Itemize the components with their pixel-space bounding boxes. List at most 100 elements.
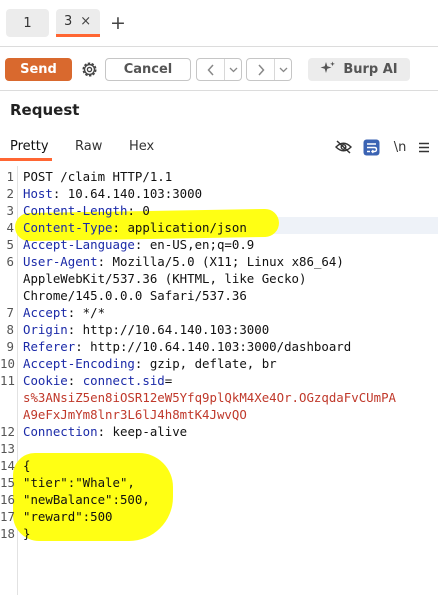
line-number: 16 (0, 492, 15, 507)
tab-hex[interactable]: Hex (129, 139, 154, 154)
request-editor[interactable]: 1 POST /claim HTTP/1.1 2 Host: 10.64.140.10… (0, 166, 438, 595)
tab-pretty[interactable]: Pretty (10, 139, 49, 154)
code-line: 3 Content-Length: 0 (0, 202, 438, 219)
tab-3[interactable]: 3 × (56, 9, 100, 37)
line-number: 13 (0, 441, 15, 456)
line-number: 9 (6, 339, 14, 354)
line-number: 2 (6, 186, 14, 201)
forward-nav-group (246, 58, 292, 81)
panel-title: Request (10, 101, 80, 119)
header-name: Connection (23, 424, 98, 439)
code-text: : gzip, deflate, br (134, 356, 277, 371)
line-text: AppleWebKit/537.36 (KHTML, like Gecko) (23, 270, 306, 287)
header-name: Accept (23, 305, 68, 320)
code-text: Chrome/145.0.0.0 Safari/537.36 (23, 288, 247, 303)
line-number: 12 (0, 424, 15, 439)
line-text: Accept-Language: en-US,en;q=0.9 (23, 236, 254, 253)
code-line: 17 "reward":500 (0, 508, 438, 525)
code-text: : 0 (127, 203, 150, 218)
line-text: A9eFxJmYm8lnr3L6lJ4h8mtK4JwvQO (23, 406, 247, 423)
line-text: POST /claim HTTP/1.1 (23, 168, 172, 185)
line-number: 1 (6, 169, 14, 184)
code-text: POST /claim HTTP/1.1 (23, 169, 173, 184)
code-text: AppleWebKit/537.36 (KHTML, like Gecko) (23, 271, 307, 286)
divider (0, 90, 438, 91)
code-text: "tier":"Whale", (23, 475, 135, 490)
settings-gear-icon[interactable] (78, 58, 100, 81)
line-number: 5 (6, 237, 14, 252)
code-line: 9 Referer: http://10.64.140.103:3000/dash… (0, 338, 438, 355)
add-tab-icon[interactable]: + (108, 9, 128, 37)
line-number: 17 (0, 509, 15, 524)
line-text: Cookie: connect.sid= (23, 372, 172, 389)
code-text: : keep-alive (97, 424, 188, 439)
code-line: AppleWebKit/537.36 (KHTML, like Gecko) (0, 270, 438, 287)
close-icon[interactable]: × (80, 14, 91, 29)
hide-non-printing-icon[interactable] (334, 138, 352, 156)
line-number: 7 (6, 305, 14, 320)
header-name: Content-Type (23, 220, 113, 235)
line-text: User-Agent: Mozilla/5.0 (X11; Linux x86_… (23, 253, 344, 270)
header-name: Host (23, 186, 53, 201)
code-text: : 10.64.140.103:3000 (52, 186, 203, 201)
line-number: 18 (0, 526, 15, 541)
code-line: 10 Accept-Encoding: gzip, deflate, br (0, 355, 438, 372)
line-text: } (23, 525, 30, 542)
header-name: Origin (23, 322, 68, 337)
line-text: Referer: http://10.64.140.103:3000/dashb… (23, 338, 351, 355)
code-line: A9eFxJmYm8lnr3L6lJ4h8mtK4JwvQO (0, 406, 438, 423)
code-line: 11 Cookie: connect.sid= (0, 372, 438, 389)
header-name: Accept-Language (23, 237, 135, 252)
header-name: User-Agent (23, 254, 98, 269)
newline-toggle[interactable]: \n (393, 138, 407, 156)
code-line: 7 Accept: */* (0, 304, 438, 321)
cancel-button[interactable]: Cancel (105, 58, 191, 81)
line-number: 3 (6, 203, 14, 218)
code-text: : http://10.64.140.103:3000/dashboard (75, 339, 352, 354)
line-text: Origin: http://10.64.140.103:3000 (23, 321, 269, 338)
header-name: Referer (23, 339, 76, 354)
code-text: : */* (67, 305, 106, 320)
line-text: "newBalance":500, (23, 491, 150, 508)
code-line: 1 POST /claim HTTP/1.1 (0, 168, 438, 185)
send-button[interactable]: Send (5, 58, 72, 81)
code-line: 4 Content-Type: application/json (0, 219, 438, 236)
code-line: Chrome/145.0.0.0 Safari/537.36 (0, 287, 438, 304)
tab-label: 3 (64, 14, 73, 29)
line-text: "reward":500 (23, 508, 113, 525)
word-wrap-icon[interactable] (362, 138, 380, 156)
code-line: 16 "newBalance":500, (0, 491, 438, 508)
header-name: Accept-Encoding (23, 356, 135, 371)
menu-icon[interactable] (417, 138, 431, 156)
tab-raw[interactable]: Raw (75, 139, 102, 154)
code-text: : (67, 373, 83, 388)
code-text: : http://10.64.140.103:3000 (67, 322, 270, 337)
line-text: "tier":"Whale", (23, 474, 135, 491)
code-line: s%3ANsiZ5en8iOSR12eW5Yfq9plQkM4Xe4Or.OGz… (0, 389, 438, 406)
code-line: 6 User-Agent: Mozilla/5.0 (X11; Linux x86… (0, 253, 438, 270)
cookie-value: s%3ANsiZ5en8iOSR12eW5Yfq9plQkM4Xe4Or.OGz… (23, 390, 396, 405)
chevron-right-icon[interactable] (247, 59, 275, 80)
line-text: Content-Type: application/json (23, 219, 247, 236)
code-text: = (164, 373, 173, 388)
burp-ai-button[interactable]: Burp AI (308, 58, 410, 81)
chevron-down-icon[interactable] (225, 59, 241, 80)
sparkle-icon (320, 61, 336, 79)
tab-label: 1 (23, 15, 32, 31)
code-text: } (23, 526, 31, 541)
divider (0, 46, 438, 47)
header-name: connect.sid (82, 373, 165, 388)
cookie-value: A9eFxJmYm8lnr3L6lJ4h8mtK4JwvQO (23, 407, 247, 422)
header-name: Cookie (23, 373, 68, 388)
chevron-down-icon[interactable] (275, 59, 291, 80)
line-number: 8 (6, 322, 14, 337)
tab-1[interactable]: 1 (6, 9, 49, 37)
line-number: 10 (0, 356, 15, 371)
line-text: Content-Length: 0 (23, 202, 150, 219)
code-text: : application/json (112, 220, 247, 235)
code-text: "newBalance":500, (23, 492, 150, 507)
chevron-left-icon[interactable] (197, 59, 225, 80)
line-text: s%3ANsiZ5en8iOSR12eW5Yfq9plQkM4Xe4Or.OGz… (23, 389, 396, 406)
line-number: 15 (0, 475, 15, 490)
line-text: Accept: */* (23, 304, 105, 321)
